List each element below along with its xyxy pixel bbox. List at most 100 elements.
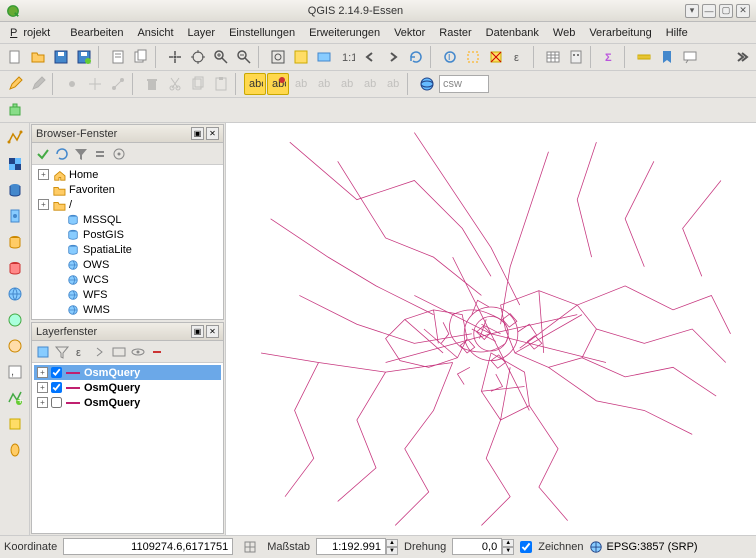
add-raster-button[interactable] — [3, 152, 27, 176]
bookmark-button[interactable] — [656, 46, 678, 68]
label-settings-button[interactable]: abc — [267, 73, 289, 95]
label-tool-button[interactable]: abc — [244, 73, 266, 95]
add-vector-button[interactable] — [3, 126, 27, 150]
metasearch-button[interactable] — [416, 73, 438, 95]
help-button[interactable]: ▾ — [685, 4, 699, 18]
toolbar-overflow-button[interactable] — [730, 46, 752, 68]
browser-close-button[interactable]: ✕ — [206, 127, 219, 140]
zoom-last-button[interactable] — [359, 46, 381, 68]
coord-input[interactable] — [63, 538, 233, 555]
edit-toggle-button[interactable] — [4, 73, 26, 95]
rotation-down[interactable]: ▼ — [502, 547, 514, 555]
browser-item[interactable]: WMS — [34, 302, 221, 317]
add-delimited-button[interactable]: , — [3, 360, 27, 384]
rotation-up[interactable]: ▲ — [502, 539, 514, 547]
add-mssql-button[interactable] — [3, 230, 27, 254]
layers-close-button[interactable]: ✕ — [206, 325, 219, 338]
scale-input[interactable] — [316, 538, 386, 555]
add-wms-button[interactable] — [3, 282, 27, 306]
stats-button[interactable]: Σ — [599, 46, 621, 68]
menu-ansicht[interactable]: Ansicht — [131, 25, 179, 41]
browser-item[interactable]: WCS — [34, 272, 221, 287]
open-project-button[interactable] — [27, 46, 49, 68]
label-highlight-button[interactable]: ab — [313, 73, 335, 95]
menu-projekt[interactable]: Projekt — [4, 25, 62, 41]
layer-item[interactable]: +OsmQuery — [34, 365, 221, 380]
move-feature-button[interactable] — [84, 73, 106, 95]
pan-to-selection-button[interactable] — [187, 46, 209, 68]
label-move-button[interactable]: ab — [336, 73, 358, 95]
menu-hilfe[interactable]: Hilfe — [660, 25, 694, 41]
deselect-button[interactable] — [485, 46, 507, 68]
zoom-native-button[interactable]: 1:1 — [336, 46, 358, 68]
menu-raster[interactable]: Raster — [433, 25, 477, 41]
copy-button[interactable] — [187, 73, 209, 95]
zoom-full-button[interactable] — [267, 46, 289, 68]
add-wcs-button[interactable] — [3, 308, 27, 332]
new-gpx-button[interactable] — [3, 438, 27, 462]
browser-item[interactable]: SpatiaLite — [34, 242, 221, 257]
menu-einstellungen[interactable]: Einstellungen — [223, 25, 301, 41]
new-project-button[interactable] — [4, 46, 26, 68]
render-checkbox[interactable] — [520, 541, 532, 553]
pan-button[interactable] — [164, 46, 186, 68]
identify-button[interactable]: i — [439, 46, 461, 68]
menu-erweiterungen[interactable]: Erweiterungen — [303, 25, 386, 41]
field-calc-button[interactable] — [565, 46, 587, 68]
browser-add-button[interactable] — [34, 145, 52, 163]
close-button[interactable]: ✕ — [736, 4, 750, 18]
layers-undock-button[interactable]: ▣ — [191, 325, 204, 338]
menu-datenbank[interactable]: Datenbank — [480, 25, 545, 41]
text-annotation-button[interactable] — [679, 46, 701, 68]
browser-filter-button[interactable] — [72, 145, 90, 163]
zoom-in-button[interactable] — [210, 46, 232, 68]
browser-item[interactable]: PostGIS — [34, 227, 221, 242]
menu-layer[interactable]: Layer — [182, 25, 222, 41]
open-table-button[interactable] — [542, 46, 564, 68]
menu-web[interactable]: Web — [547, 25, 581, 41]
label-change-button[interactable]: ab — [382, 73, 404, 95]
browser-tree[interactable]: +HomeFavoriten+/MSSQLPostGISSpatiaLiteOW… — [32, 165, 223, 319]
zoom-out-button[interactable] — [233, 46, 255, 68]
menu-vektor[interactable]: Vektor — [388, 25, 431, 41]
node-tool-button[interactable] — [107, 73, 129, 95]
csw-input[interactable]: csw — [439, 75, 489, 93]
select-button[interactable] — [462, 46, 484, 68]
label-rotate-button[interactable]: ab — [359, 73, 381, 95]
add-oracle-button[interactable] — [3, 256, 27, 280]
coord-toggle-button[interactable] — [239, 536, 261, 558]
add-spatialite-button[interactable] — [3, 204, 27, 228]
browser-item[interactable]: WFS — [34, 287, 221, 302]
paste-button[interactable] — [210, 73, 232, 95]
new-shapefile-button[interactable]: + — [3, 386, 27, 410]
browser-item[interactable]: MSSQL — [34, 212, 221, 227]
add-postgis-button[interactable] — [3, 178, 27, 202]
delete-button[interactable] — [141, 73, 163, 95]
menu-bearbeiten[interactable]: Bearbeiten — [64, 25, 129, 41]
select-expression-button[interactable]: ε — [508, 46, 530, 68]
layers-expand-button[interactable] — [91, 343, 109, 361]
new-spatialite-button[interactable] — [3, 412, 27, 436]
browser-collapse-button[interactable] — [91, 145, 109, 163]
menu-verarbeitung[interactable]: Verarbeitung — [583, 25, 657, 41]
browser-properties-button[interactable] — [110, 145, 128, 163]
add-feature-button[interactable] — [61, 73, 83, 95]
layers-style-button[interactable] — [34, 343, 52, 361]
layer-item[interactable]: +OsmQuery — [34, 380, 221, 395]
zoom-layer-button[interactable] — [313, 46, 335, 68]
browser-item[interactable]: +Home — [34, 167, 221, 182]
layers-list[interactable]: +OsmQuery+OsmQuery+OsmQuery — [32, 363, 223, 533]
browser-item[interactable]: Favoriten — [34, 182, 221, 197]
maximize-button[interactable]: ▢ — [719, 4, 733, 18]
map-canvas[interactable] — [226, 123, 756, 535]
browser-item[interactable]: +/ — [34, 197, 221, 212]
layers-filter-button[interactable] — [53, 343, 71, 361]
layers-group-button[interactable] — [110, 343, 128, 361]
plugin-button[interactable] — [4, 99, 26, 121]
save-project-button[interactable] — [50, 46, 72, 68]
browser-refresh-button[interactable] — [53, 145, 71, 163]
layers-expression-button[interactable]: ε — [72, 343, 90, 361]
refresh-button[interactable] — [405, 46, 427, 68]
browser-item[interactable]: OWS — [34, 257, 221, 272]
zoom-selection-button[interactable] — [290, 46, 312, 68]
